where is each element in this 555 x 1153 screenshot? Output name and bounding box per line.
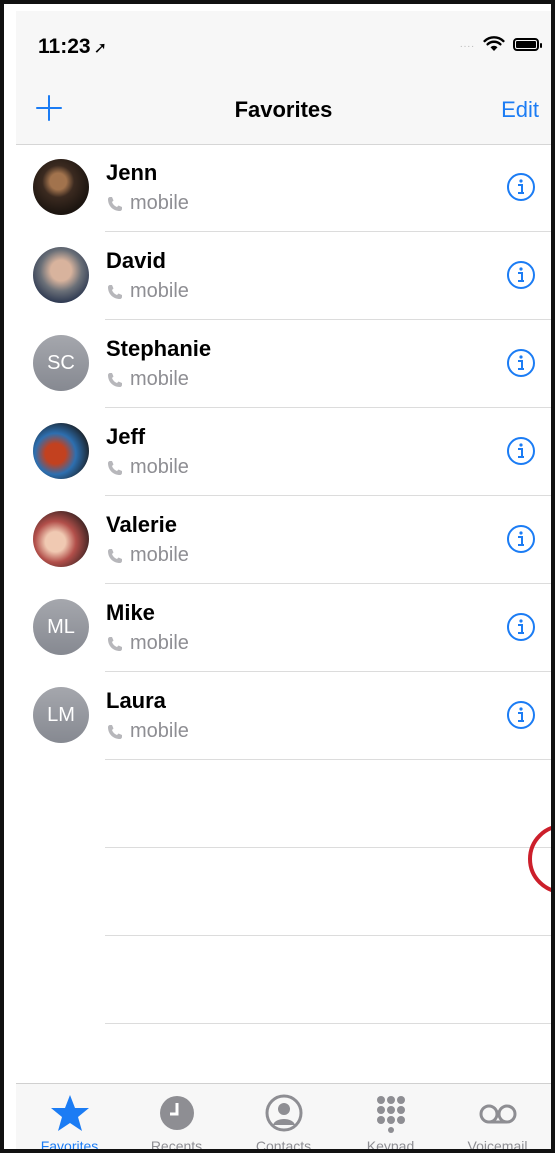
- contact-name: Jenn: [106, 160, 158, 185]
- tab-label: Recents: [150, 1138, 203, 1149]
- avatar: LM: [33, 687, 89, 743]
- contact-label: mobile: [106, 720, 189, 743]
- contact-label: mobile: [106, 368, 189, 391]
- empty-row: [16, 760, 551, 848]
- info-icon[interactable]: [506, 348, 536, 378]
- avatar: [33, 159, 89, 215]
- avatar: [33, 423, 89, 479]
- voicemail-icon: [479, 1104, 516, 1124]
- avatar: [33, 247, 89, 303]
- tab-label: Voicemail: [467, 1138, 528, 1149]
- tab-label: Contacts: [255, 1138, 312, 1149]
- phone-icon: [108, 460, 122, 475]
- tab-keypad[interactable]: Keypad: [337, 1084, 444, 1149]
- phone-icon: [108, 284, 122, 299]
- battery-icon: [513, 37, 542, 51]
- contact-name: Mike: [106, 600, 155, 625]
- wifi-icon: [483, 36, 505, 51]
- phone-icon: [108, 372, 122, 387]
- contact-label: mobile: [106, 456, 189, 479]
- phone-icon: [108, 548, 122, 563]
- info-icon[interactable]: [506, 172, 536, 202]
- contact-label: mobile: [106, 192, 189, 215]
- list-item[interactable]: Valerie mobile: [16, 496, 551, 584]
- list-item[interactable]: ML Mike mobile: [16, 584, 551, 672]
- info-icon[interactable]: [506, 612, 536, 642]
- contact-name: Stephanie: [106, 336, 212, 361]
- signal-icon: ....: [459, 38, 475, 50]
- list-item[interactable]: LM Laura mobile: [16, 672, 551, 760]
- tab-label: Favorites: [40, 1138, 99, 1149]
- info-icon[interactable]: [506, 700, 536, 730]
- list-item[interactable]: Jenn mobile: [16, 144, 551, 232]
- tab-contacts[interactable]: Contacts: [230, 1084, 337, 1149]
- avatar: [33, 511, 89, 567]
- status-icons: ....: [459, 36, 542, 52]
- list-item[interactable]: SC Stephanie mobile: [16, 320, 551, 408]
- empty-row: [16, 848, 551, 936]
- tab-recents[interactable]: Recents: [123, 1084, 230, 1149]
- divider: [105, 1023, 551, 1024]
- status-time: 11:23 ➚: [38, 35, 107, 58]
- phone-icon: [108, 196, 122, 211]
- device-frame: 11:23 ➚ .... Favorites Edit Jenn mobile …: [0, 0, 555, 1153]
- location-arrow-icon: ➚: [93, 40, 107, 57]
- tab-favorites[interactable]: Favorites: [16, 1084, 123, 1149]
- info-icon[interactable]: [506, 524, 536, 554]
- keypad-icon: [376, 1096, 405, 1133]
- clock-icon: [159, 1096, 194, 1130]
- list-item[interactable]: David mobile: [16, 232, 551, 320]
- empty-row: [16, 936, 551, 1024]
- info-icon[interactable]: [506, 260, 536, 290]
- edit-button[interactable]: Edit: [501, 97, 539, 123]
- tab-bar: Favorites Recents Contacts Keypad Voicem…: [16, 1083, 551, 1149]
- contact-name: Jeff: [106, 424, 146, 449]
- star-icon: [50, 1095, 89, 1131]
- person-circle-icon: [265, 1094, 302, 1132]
- avatar: SC: [33, 335, 89, 391]
- tab-voicemail[interactable]: Voicemail: [444, 1084, 551, 1149]
- contact-label: mobile: [106, 544, 189, 567]
- contact-label: mobile: [106, 632, 189, 655]
- contact-name: Laura: [106, 688, 166, 713]
- contact-label: mobile: [106, 280, 189, 303]
- top-bar: 11:23 ➚ .... Favorites Edit: [16, 11, 551, 145]
- avatar: ML: [33, 599, 89, 655]
- contact-name: Valerie: [106, 512, 177, 537]
- phone-icon: [108, 636, 122, 651]
- tab-label: Keypad: [366, 1138, 415, 1149]
- info-icon[interactable]: [506, 436, 536, 466]
- phone-icon: [108, 724, 122, 739]
- phone-screen: 11:23 ➚ .... Favorites Edit Jenn mobile …: [16, 11, 551, 1149]
- list-item[interactable]: Jeff mobile: [16, 408, 551, 496]
- page-title: Favorites: [234, 97, 333, 122]
- favorites-list: Jenn mobile David mobile SC Stephanie mo…: [16, 144, 551, 1024]
- contact-name: David: [106, 248, 166, 273]
